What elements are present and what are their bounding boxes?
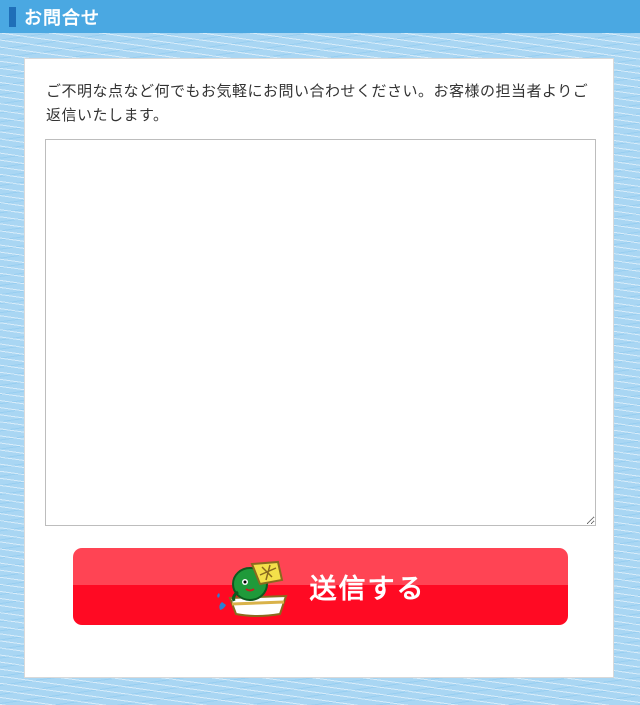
form-intro-text: ご不明な点など何でもお気軽にお問い合わせください。お客様の担当者よりご返信いたし… xyxy=(46,82,589,124)
page-title: お問合せ xyxy=(24,7,100,29)
message-textarea[interactable] xyxy=(45,139,596,526)
submit-button[interactable]: 送信する xyxy=(73,548,568,625)
submit-button-label: 送信する xyxy=(309,574,426,605)
header-marker xyxy=(9,6,16,27)
contact-form-panel: ご不明な点など何でもお気軽にお問い合わせください。お客様の担当者よりご返信いたし… xyxy=(24,58,614,678)
page-header: お問合せ xyxy=(0,0,640,33)
boat-mascot-icon xyxy=(216,560,287,617)
